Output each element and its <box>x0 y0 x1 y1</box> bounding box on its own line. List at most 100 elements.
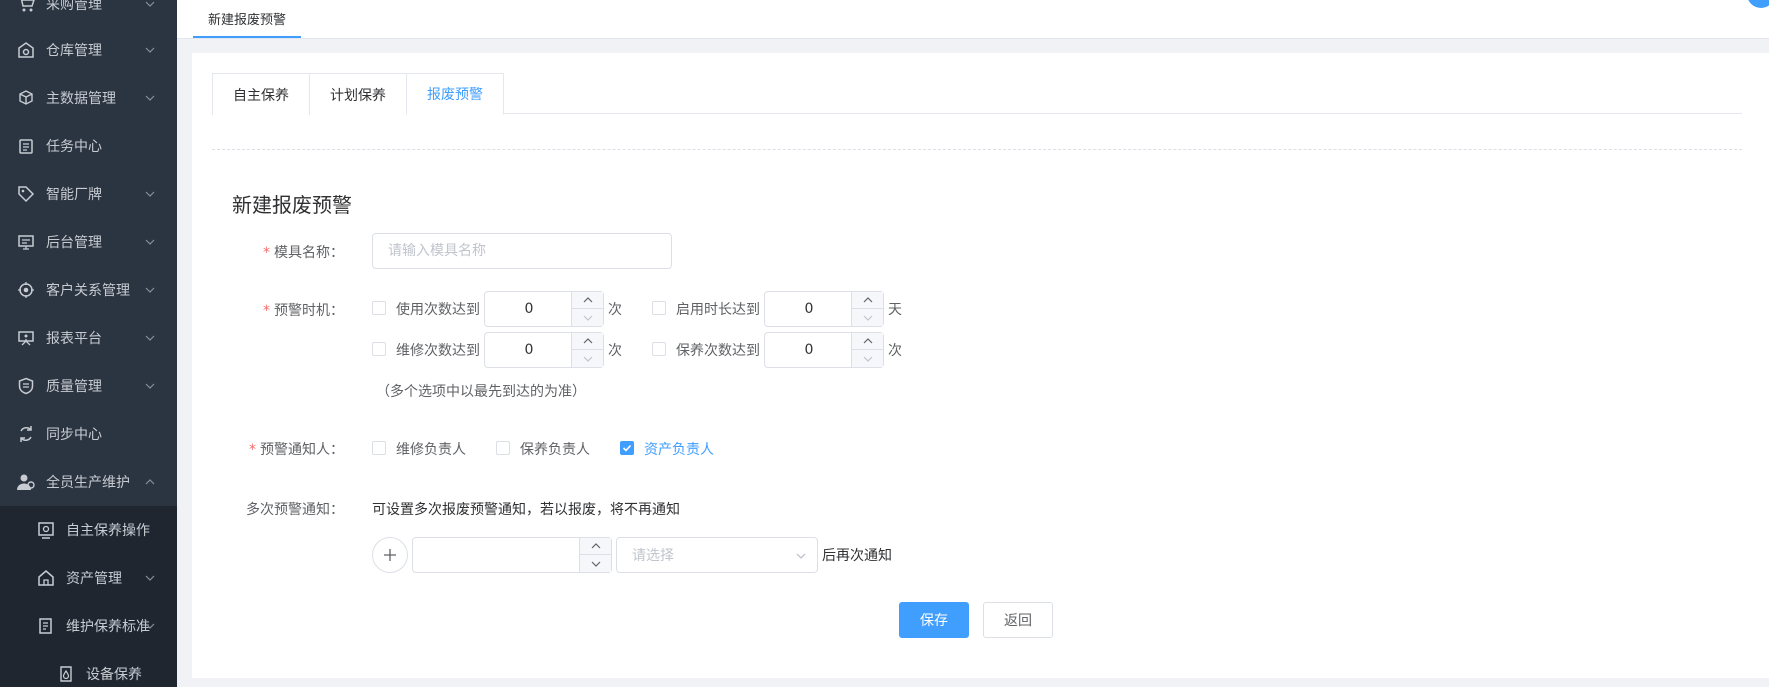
enable-duration-unit: 天 <box>888 302 902 318</box>
chevron-down-icon <box>796 553 806 559</box>
tab-self-maintenance[interactable]: 自主保养 <box>212 73 310 115</box>
sidebar-item-backend[interactable]: 后台管理 <box>0 218 177 266</box>
chevron-down-icon <box>583 315 592 321</box>
back-button[interactable]: 返回 <box>983 602 1053 638</box>
sidebar-item-asset[interactable]: 资产管理 <box>0 554 177 602</box>
chevron-down-icon <box>145 239 155 245</box>
cube-icon <box>16 88 36 108</box>
sidebar-item-label: 设备保养 <box>86 667 142 683</box>
cart-icon <box>16 0 36 14</box>
shield-icon <box>16 376 36 396</box>
repair-count-label: 维修次数达到 <box>396 343 480 359</box>
top-tab-new-scrap-warning[interactable]: 新建报废预警 <box>193 0 302 38</box>
sidebar-item-warehouse[interactable]: 仓库管理 <box>0 26 177 74</box>
use-count-unit: 次 <box>608 302 622 318</box>
decrement-button[interactable] <box>572 309 603 326</box>
maintenance-count-label: 保养次数达到 <box>676 343 760 359</box>
repair-count-checkbox[interactable] <box>372 342 386 356</box>
sidebar-item-label: 客户关系管理 <box>46 283 130 299</box>
chevron-up-icon <box>591 543 600 549</box>
sidebar-item-tpm[interactable]: 全员生产维护 <box>0 458 177 506</box>
sidebar-item-master-data[interactable]: 主数据管理 <box>0 74 177 122</box>
add-notify-button[interactable] <box>372 537 408 573</box>
decrement-button[interactable] <box>852 350 883 367</box>
repair-count-stepper[interactable]: 0 <box>484 332 604 368</box>
enable-duration-checkbox[interactable] <box>652 301 666 315</box>
chevron-up-icon <box>145 479 155 485</box>
chevron-down-icon <box>145 335 155 341</box>
sidebar-item-crm[interactable]: 客户关系管理 <box>0 266 177 314</box>
maintenance-count-unit: 次 <box>888 343 902 359</box>
sidebar-item-device-maintenance[interactable]: 设备保养 <box>0 650 177 687</box>
sidebar-item-sync[interactable]: 同步中心 <box>0 410 177 458</box>
timing-label: * 预警时机： <box>263 303 344 319</box>
sidebar-item-report[interactable]: 报表平台 <box>0 314 177 362</box>
home-icon <box>36 568 56 588</box>
asset-owner-checkbox[interactable] <box>620 441 634 455</box>
repair-owner-label: 维修负责人 <box>396 442 466 458</box>
maintenance-count-checkbox[interactable] <box>652 342 666 356</box>
multi-notify-label: 多次预警通知： <box>246 502 344 518</box>
avatar[interactable] <box>1747 0 1769 8</box>
warehouse-icon <box>16 40 36 60</box>
sidebar-item-label: 维护保养标准 <box>66 619 150 635</box>
increment-button[interactable] <box>580 538 611 555</box>
increment-button[interactable] <box>852 333 883 350</box>
select-placeholder: 请选择 <box>632 548 674 564</box>
increment-button[interactable] <box>852 292 883 309</box>
use-count-value[interactable]: 0 <box>485 292 573 326</box>
notify-interval-stepper[interactable] <box>412 537 612 573</box>
enable-duration-stepper[interactable]: 0 <box>764 291 884 327</box>
form-title: 新建报废预警 <box>232 193 352 217</box>
sync-icon <box>16 424 36 444</box>
use-count-stepper[interactable]: 0 <box>484 291 604 327</box>
chevron-down-icon <box>145 191 155 197</box>
use-count-checkbox[interactable] <box>372 301 386 315</box>
save-button[interactable]: 保存 <box>899 602 969 638</box>
notify-label: * 预警通知人： <box>249 442 344 458</box>
sidebar-item-label: 资产管理 <box>66 571 122 587</box>
sidebar: 采购管理 仓库管理 主数据管理 任务中心 智能厂牌 后台管理 客户关系管理 报表… <box>0 0 177 687</box>
decrement-button[interactable] <box>852 309 883 326</box>
sidebar-item-smart-badge[interactable]: 智能厂牌 <box>0 170 177 218</box>
maintenance-count-value[interactable]: 0 <box>765 333 853 367</box>
sidebar-item-label: 报表平台 <box>46 331 102 347</box>
chevron-down-icon <box>145 287 155 293</box>
sidebar-item-label: 自主保养操作 <box>66 523 150 539</box>
increment-button[interactable] <box>572 292 603 309</box>
clipboard-icon <box>16 136 36 156</box>
sidebar-item-self-maintenance[interactable]: 自主保养操作 <box>0 506 177 554</box>
sidebar-item-label: 后台管理 <box>46 235 102 251</box>
notify-unit-select[interactable]: 请选择 <box>616 537 818 573</box>
drop-icon <box>56 664 76 684</box>
increment-button[interactable] <box>572 333 603 350</box>
sidebar-item-purchase[interactable]: 采购管理 <box>0 0 177 28</box>
sidebar-item-standard[interactable]: 维护保养标准 <box>0 602 177 650</box>
decrement-button[interactable] <box>572 350 603 367</box>
chevron-down-icon <box>591 561 600 567</box>
maintenance-owner-label: 保养负责人 <box>520 442 590 458</box>
chevron-up-icon <box>583 297 592 303</box>
mold-name-input[interactable] <box>372 233 672 269</box>
board-icon <box>16 328 36 348</box>
doc-icon <box>36 616 56 636</box>
repair-count-value[interactable]: 0 <box>485 333 573 367</box>
maintenance-count-stepper[interactable]: 0 <box>764 332 884 368</box>
screen-icon <box>36 520 56 540</box>
sidebar-item-label: 仓库管理 <box>46 43 102 59</box>
tab-plan-maintenance[interactable]: 计划保养 <box>309 73 407 115</box>
use-count-label: 使用次数达到 <box>396 302 480 318</box>
timing-hint: （多个选项中以最先到达的为准） <box>376 384 586 400</box>
sidebar-item-quality[interactable]: 质量管理 <box>0 362 177 410</box>
chevron-down-icon <box>145 95 155 101</box>
sidebar-item-task-center[interactable]: 任务中心 <box>0 122 177 170</box>
plus-icon <box>384 549 396 561</box>
main-card: 自主保养 计划保养 报废预警 新建报废预警 *模具名称： *预警时机： 使用次数… <box>192 53 1769 678</box>
decrement-button[interactable] <box>580 555 611 572</box>
after-notify-text: 后再次通知 <box>822 548 892 564</box>
tab-scrap-warning[interactable]: 报废预警 <box>406 73 504 115</box>
repair-owner-checkbox[interactable] <box>372 441 386 455</box>
notify-interval-value[interactable] <box>413 538 579 572</box>
enable-duration-value[interactable]: 0 <box>765 292 853 326</box>
maintenance-owner-checkbox[interactable] <box>496 441 510 455</box>
